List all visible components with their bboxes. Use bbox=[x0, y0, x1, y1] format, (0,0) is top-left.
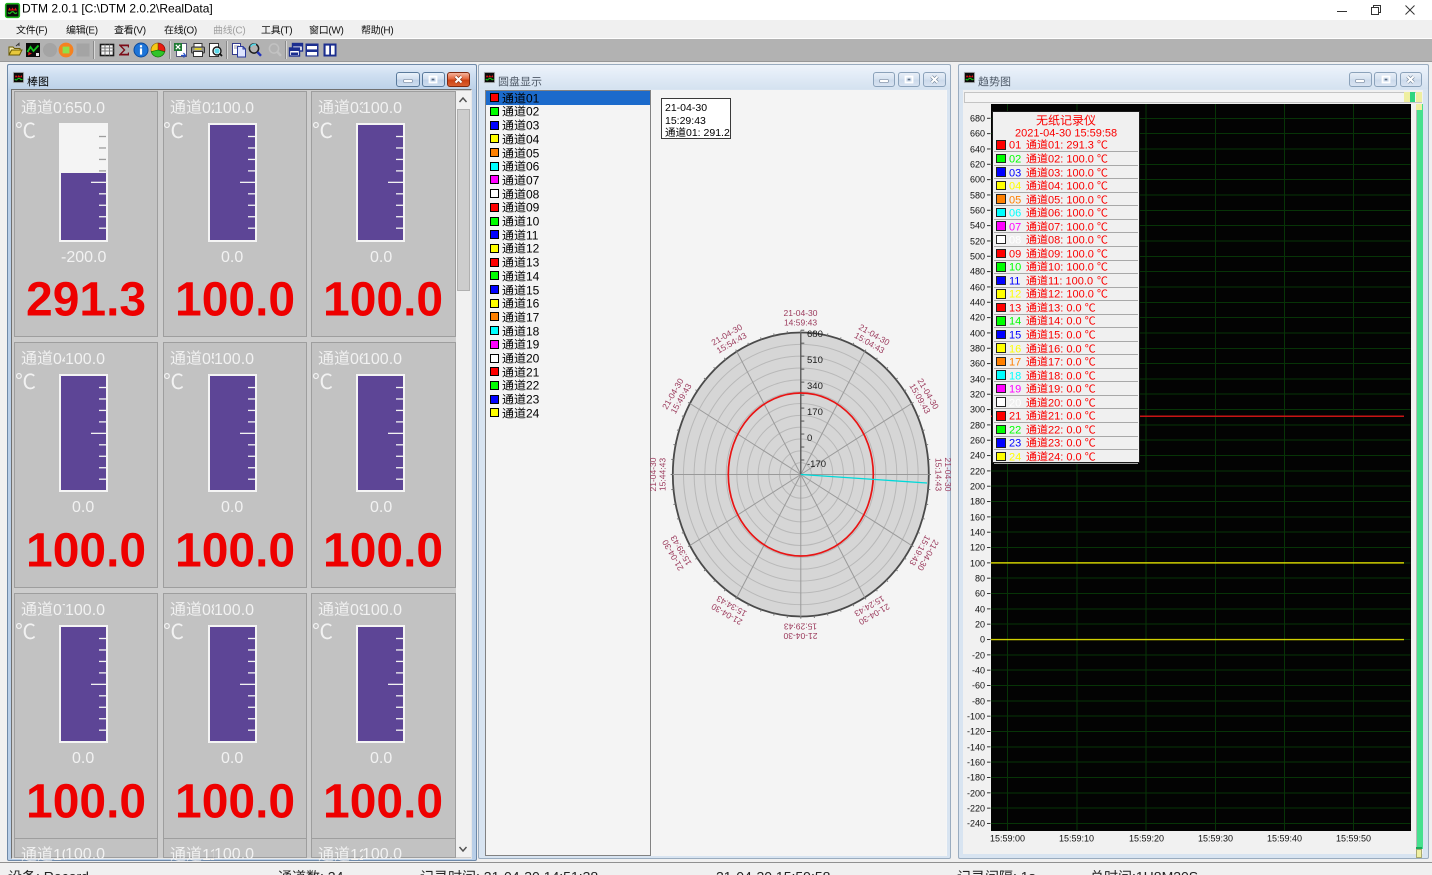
svg-text:15:59:00: 15:59:00 bbox=[990, 833, 1025, 843]
svg-text:: 1s: : 1s bbox=[1013, 868, 1036, 875]
svg-text:15:59:20: 15:59:20 bbox=[1129, 833, 1164, 843]
svg-text:: 21-04-30 14:51:38: : 21-04-30 14:51:38 bbox=[476, 868, 598, 875]
svg-text:: 24: : 24 bbox=[320, 868, 344, 875]
svg-text:24: 24 bbox=[1009, 451, 1021, 463]
svg-text:: Record: : Record bbox=[36, 868, 89, 875]
svg-text:15:59:30: 15:59:30 bbox=[1198, 833, 1233, 843]
svg-text:15:59:50: 15:59:50 bbox=[1336, 833, 1371, 843]
svg-text::1H8M20S: :1H8M20S bbox=[1132, 868, 1198, 875]
svg-text:15:59:10: 15:59:10 bbox=[1059, 833, 1094, 843]
svg-text:15:59:40: 15:59:40 bbox=[1267, 833, 1302, 843]
svg-text:24: 0.0: 24: 0.0 bbox=[1048, 451, 1082, 463]
svg-text:21-04-30 15:59:58: 21-04-30 15:59:58 bbox=[716, 868, 831, 875]
